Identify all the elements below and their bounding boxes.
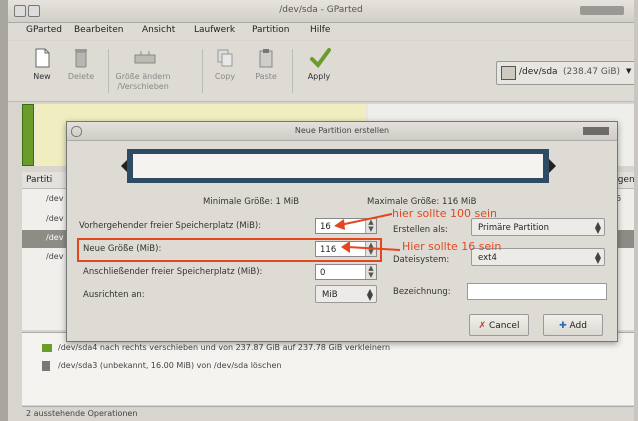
add-icon: ✚ [559,321,567,331]
preceding-space-input[interactable]: 16 ▲ ▼ [315,218,377,234]
spinner-arrows-icon: ▲ ▼ [594,220,601,235]
add-button[interactable]: ✚ Add [543,314,603,336]
copy-label: Copy [214,72,236,81]
menu-ansicht[interactable]: Ansicht [142,25,175,35]
annotation-preceding-note: hier sollte 100 sein [392,207,497,220]
resize-handle-right[interactable] [549,159,556,173]
pending-operations: /dev/sda4 nach rechts verschieben und vo… [22,332,634,405]
resize-label-line2: /Verschieben [117,82,169,91]
toolbar-separator [108,49,109,93]
device-size: (238.47 GiB) [563,67,621,77]
toolbar-separator [292,49,293,93]
dialog-title: Neue Partition erstellen [294,126,390,135]
new-size-value: 116 [320,245,337,255]
menu-hilfe[interactable]: Hilfe [310,25,330,35]
cancel-label: Cancel [488,321,520,331]
align-label: Ausrichten an: [83,290,145,300]
list-item[interactable]: /dev [46,252,63,261]
resize-icon [42,344,52,352]
photo-left-edge [0,0,8,421]
list-item[interactable]: /dev [46,233,63,242]
align-value: MiB [322,290,338,300]
cancel-button[interactable]: ✗ Cancel [469,314,529,336]
spin-buttons[interactable]: ▲ ▼ [365,219,376,233]
apply-label: Apply [307,72,331,81]
window-title: /dev/sda - GParted [279,5,363,15]
paste-label: Paste [255,72,277,81]
create-as-value: Primäre Partition [478,223,549,233]
status-bar: 2 ausstehende Operationen [22,406,634,421]
copy-icon [215,47,235,69]
delete-button[interactable]: Delete [64,47,98,82]
window-controls[interactable] [580,6,624,15]
operation-item[interactable]: /dev/sda4 nach rechts verschieben und vo… [58,343,390,352]
list-item[interactable]: /dev [46,194,63,203]
paste-icon [256,47,276,69]
create-as-select[interactable]: Primäre Partition ▲ ▼ [471,218,605,236]
resize-icon [133,47,156,69]
align-select[interactable]: MiB ▲ ▼ [315,285,377,303]
menubar: GParted Bearbeiten Ansicht Laufwerk Part… [8,23,634,40]
column-header-partition[interactable]: Partiti [26,175,52,185]
spinner-arrows-icon: ▲ ▼ [366,287,373,302]
preceding-space-value: 16 [320,222,331,232]
partition-size-bar[interactable] [127,149,549,183]
label-label: Bezeichnung: [393,287,451,297]
annotation-size-note: Hier sollte 16 sein [402,240,502,253]
copy-button[interactable]: Copy [210,47,240,82]
dialog-titlebar: Neue Partition erstellen [67,122,617,141]
delete-label: Delete [67,72,95,81]
new-document-icon [32,47,52,69]
menu-laufwerk[interactable]: Laufwerk [194,25,235,35]
device-name: /dev/sda [519,67,558,77]
paste-button[interactable]: Paste [250,47,282,82]
menu-bearbeiten[interactable]: Bearbeiten [74,25,123,35]
window-titlebar: /dev/sda - GParted [8,0,634,23]
chevron-down-icon: ▼ [626,67,632,75]
new-size-input[interactable]: 116 ▲ ▼ [315,241,377,257]
operation-item[interactable]: /dev/sda3 (unbekannt, 16.00 MiB) von /de… [58,361,281,370]
partition-block-first[interactable] [22,104,34,166]
add-label: Add [569,321,587,331]
partition-size-fill [133,154,543,178]
new-size-label: Neue Größe (MiB): [83,244,162,254]
new-label: New [33,72,51,81]
resize-label-line1: Größe ändern [115,72,171,81]
spin-buttons[interactable]: ▲ ▼ [365,265,376,279]
menu-gparted[interactable]: GParted [26,25,62,35]
trash-icon [42,361,50,371]
following-space-label: Anschließender freier Speicherplatz (MiB… [83,267,263,277]
trash-icon [71,47,91,69]
dialog-close-controls[interactable] [583,127,609,135]
apply-button[interactable]: Apply [302,47,336,82]
drive-icon [501,66,516,80]
toolbar: New Delete Größe ändern /Verschieben Cop… [8,41,634,102]
following-space-input[interactable]: 0 ▲ ▼ [315,264,377,280]
following-space-value: 0 [320,268,326,278]
gparted-window: /dev/sda - GParted GParted Bearbeiten An… [8,0,634,421]
status-text: 2 ausstehende Operationen [26,409,138,418]
resize-move-button[interactable]: Größe ändern /Verschieben [112,47,174,92]
new-button[interactable]: New [30,47,54,82]
spinner-arrows-icon: ▲ ▼ [594,250,601,265]
device-selector[interactable]: /dev/sda (238.47 GiB) ▼ [496,61,634,85]
max-size-text: Maximale Größe: 116 MiB [367,197,477,207]
menu-partition[interactable]: Partition [252,25,290,35]
toolbar-separator [202,49,203,93]
spin-buttons[interactable]: ▲ ▼ [365,242,376,256]
list-item[interactable]: /dev [46,214,63,223]
new-partition-dialog: Neue Partition erstellen Minimale Größe:… [66,121,618,342]
preceding-space-label: Vorhergehender freier Speicherplatz (MiB… [79,221,262,231]
min-size-text: Minimale Größe: 1 MiB [203,197,300,207]
cancel-icon: ✗ [478,321,487,331]
create-as-label: Erstellen als: [393,225,448,235]
label-input[interactable] [467,283,607,300]
checkmark-icon [309,47,331,69]
filesystem-value: ext4 [478,253,497,263]
filesystem-label: Dateisystem: [393,255,450,265]
